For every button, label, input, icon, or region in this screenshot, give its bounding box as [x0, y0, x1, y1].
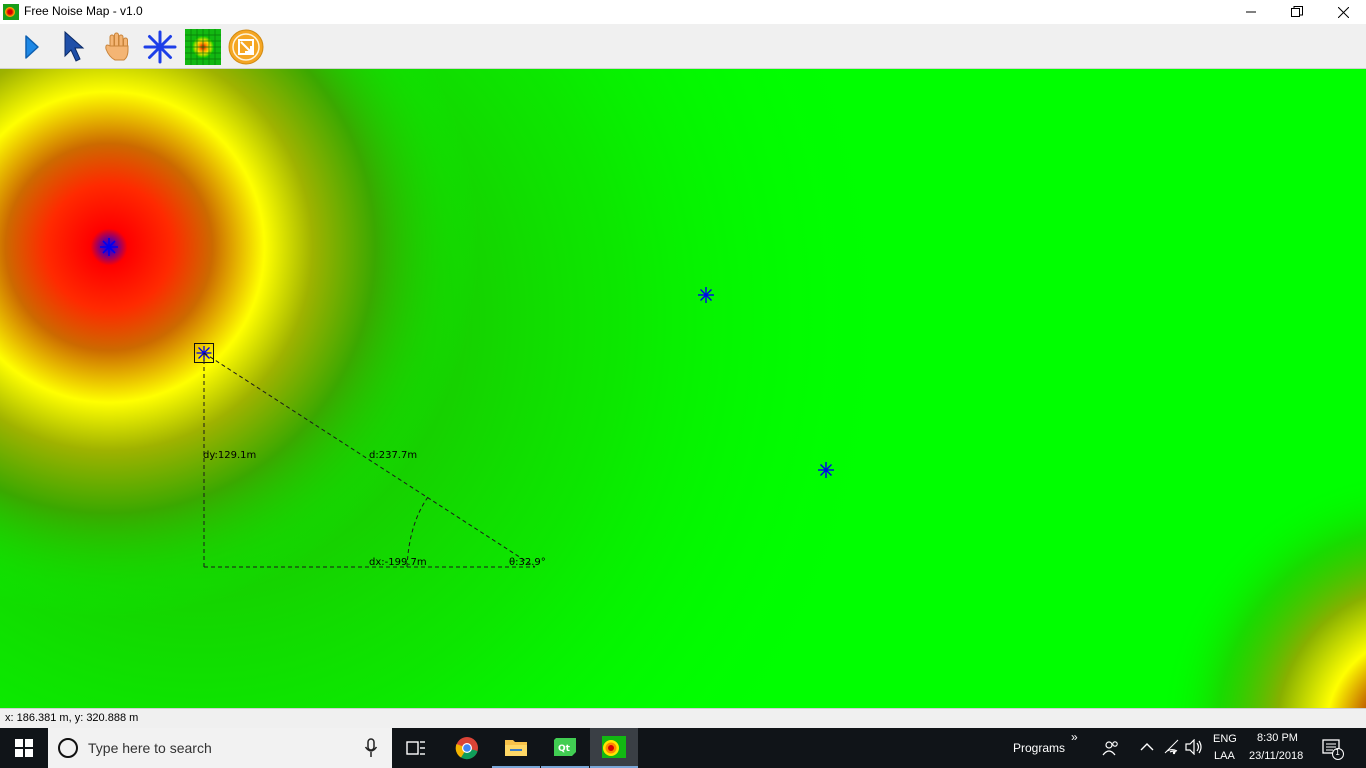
measure-dy-label: dy:129.1m — [203, 450, 256, 461]
search-placeholder: Type here to search — [88, 740, 212, 756]
noise-grid-button[interactable] — [185, 29, 221, 65]
noise-source-star-icon — [143, 30, 177, 64]
close-button[interactable] — [1320, 0, 1366, 24]
hand-pan-icon — [105, 32, 129, 61]
noise-map-app-icon — [602, 736, 626, 758]
task-view-icon — [406, 741, 425, 755]
chrome-icon — [455, 737, 478, 760]
taskbar-search-box[interactable]: Type here to search — [48, 728, 392, 768]
taskbar-chrome[interactable] — [443, 728, 491, 768]
microphone-icon[interactable] — [364, 738, 378, 758]
people-icon[interactable] — [1102, 739, 1120, 757]
taskbar-free-noise-map[interactable] — [590, 728, 638, 768]
add-source-button[interactable] — [142, 29, 178, 65]
volume-icon[interactable] — [1185, 739, 1203, 755]
noise-hotspot-main — [0, 69, 1366, 708]
taskbar: Type here to search Qt Programs » ENG LA… — [0, 728, 1366, 768]
fit-view-button[interactable] — [228, 29, 264, 65]
minimize-icon — [1246, 11, 1256, 13]
measure-distance-label: d:237.7m — [369, 450, 417, 461]
measure-dx-label: dx:-199.7m — [369, 557, 427, 568]
keyboard-layout-indicator[interactable]: LAA — [1214, 750, 1235, 762]
clock-time[interactable]: 8:30 PM — [1257, 732, 1298, 744]
action-center-button[interactable]: 1 — [1322, 738, 1344, 760]
minimize-button[interactable] — [1228, 0, 1274, 24]
title-bar: Free Noise Map - v1.0 — [0, 0, 1366, 24]
noise-map-svg[interactable]: dy:129.1m d:237.7m dx:-199.7m θ:32.9° — [0, 69, 1366, 708]
cursor-coordinates: x: 186.381 m, y: 320.888 m — [5, 712, 139, 724]
pan-tool-button[interactable] — [99, 29, 135, 65]
fit-to-window-icon — [228, 29, 264, 65]
chevron-up-icon[interactable] — [1140, 742, 1154, 752]
task-view-button[interactable] — [392, 728, 440, 768]
status-bar: x: 186.381 m, y: 320.888 m — [0, 708, 1366, 729]
taskbar-file-explorer[interactable] — [492, 728, 540, 768]
pointer-arrow-icon — [64, 30, 85, 62]
folder-icon — [505, 740, 527, 756]
taskbar-qt-creator[interactable]: Qt — [541, 728, 589, 768]
clock-date[interactable]: 23/11/2018 — [1249, 750, 1303, 762]
play-icon — [25, 35, 39, 59]
noise-grid-icon — [185, 29, 221, 65]
noise-map-canvas[interactable]: dy:129.1m d:237.7m dx:-199.7m θ:32.9° — [0, 69, 1366, 708]
programs-chevron-icon[interactable]: » — [1071, 730, 1078, 744]
language-indicator[interactable]: ENG — [1213, 733, 1237, 745]
notification-icon — [1322, 739, 1344, 760]
toolbar — [0, 24, 1366, 69]
window-title: Free Noise Map - v1.0 — [24, 4, 143, 18]
programs-toolbar-label[interactable]: Programs — [1013, 741, 1065, 755]
windows-logo-icon — [15, 739, 33, 757]
restore-button[interactable] — [1274, 0, 1320, 24]
notification-count: 1 — [1335, 748, 1341, 757]
wifi-icon[interactable] — [1164, 739, 1180, 755]
close-icon — [1337, 6, 1349, 18]
app-icon — [3, 4, 19, 20]
qt-icon: Qt — [554, 738, 576, 756]
svg-text:Qt: Qt — [558, 744, 571, 754]
restore-icon — [1291, 6, 1303, 17]
cortana-icon — [58, 738, 78, 758]
measure-angle-label: θ:32.9° — [509, 557, 546, 568]
run-button[interactable] — [13, 29, 49, 65]
select-tool-button[interactable] — [57, 29, 93, 65]
start-button[interactable] — [0, 728, 48, 768]
